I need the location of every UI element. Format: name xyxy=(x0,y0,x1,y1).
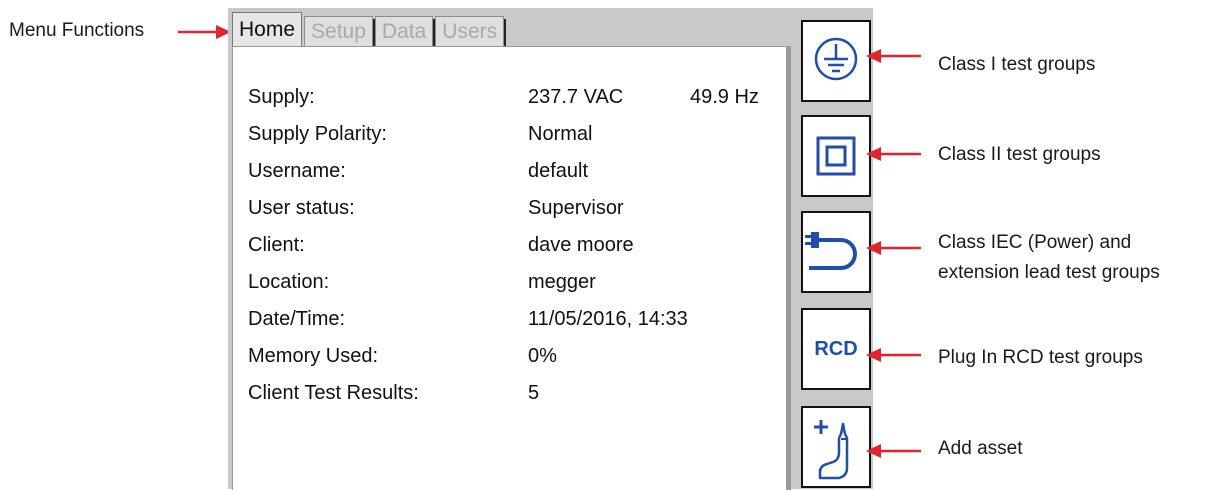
arrow-left-icon xyxy=(866,147,921,161)
row-value: Supervisor xyxy=(528,197,624,219)
iec-lead-button[interactable] xyxy=(801,211,871,293)
home-info-panel: Supply: 237.7 VAC 49.9 Hz Supply Polarit… xyxy=(232,46,791,490)
callout-class2: Class II test groups xyxy=(938,144,1101,165)
row-label: Username: xyxy=(248,160,346,182)
arrow-left-icon xyxy=(866,241,921,255)
callout-iec-line2: extension lead test groups xyxy=(938,262,1160,283)
row-value: dave moore xyxy=(528,234,634,256)
row-client-test-results: Client Test Results: 5 xyxy=(248,378,788,408)
row-value: megger xyxy=(528,271,596,293)
row-memory-used: Memory Used: 0% xyxy=(248,341,788,371)
row-label: Supply: xyxy=(248,86,315,108)
row-label: Client Test Results: xyxy=(248,382,419,404)
row-label: Date/Time: xyxy=(248,308,346,330)
tab-data[interactable]: Data xyxy=(374,16,436,47)
row-label: Client: xyxy=(248,234,305,256)
row-label: Supply Polarity: xyxy=(248,123,387,145)
row-user-status: User status: Supervisor xyxy=(248,193,788,223)
device-screen: Home Setup Data Users Supply: 237.7 VAC … xyxy=(228,8,797,490)
arrow-left-icon xyxy=(866,444,921,458)
tab-setup[interactable]: Setup xyxy=(304,16,375,47)
row-supply-polarity: Supply Polarity: Normal xyxy=(248,119,788,149)
add-asset-icon xyxy=(814,420,849,480)
row-value: 11/05/2016, 14:33 xyxy=(528,308,688,330)
double-square-icon xyxy=(816,136,856,176)
callout-add-asset: Add asset xyxy=(938,438,1023,459)
earth-ground-icon xyxy=(814,37,858,81)
row-label: Location: xyxy=(248,271,330,293)
row-frequency: 49.9 Hz xyxy=(690,86,759,108)
arrow-right-icon xyxy=(178,25,231,39)
add-asset-button[interactable] xyxy=(801,406,871,488)
row-supply: Supply: 237.7 VAC 49.9 Hz xyxy=(248,82,788,112)
arrow-left-icon xyxy=(866,348,921,362)
row-value: 237.7 VAC xyxy=(528,86,624,108)
row-value: 0% xyxy=(528,345,557,367)
callout-menu-functions: Menu Functions xyxy=(9,20,145,41)
tab-home[interactable]: Home xyxy=(232,12,303,47)
row-value: Normal xyxy=(528,123,593,145)
row-username: Username: default xyxy=(248,156,788,186)
rcd-button[interactable]: RCD xyxy=(801,308,871,390)
iec-lead-icon xyxy=(805,232,857,270)
callout-class1: Class I test groups xyxy=(938,54,1096,75)
row-value: default xyxy=(528,160,589,182)
callout-iec-line1: Class IEC (Power) and xyxy=(938,232,1132,253)
rcd-label: RCD xyxy=(814,338,858,360)
class2-button[interactable] xyxy=(801,115,871,197)
row-location: Location: megger xyxy=(248,267,788,297)
arrow-left-icon xyxy=(866,49,921,63)
soft-button-column: RCD xyxy=(797,8,873,489)
row-date-time: Date/Time: 11/05/2016, 14:33 xyxy=(248,304,788,334)
row-client: Client: dave moore xyxy=(248,230,788,260)
callout-rcd: Plug In RCD test groups xyxy=(938,347,1143,368)
menu-tabs: Home Setup Data Users xyxy=(232,12,506,47)
row-value: 5 xyxy=(528,382,540,404)
tab-users[interactable]: Users xyxy=(435,16,506,47)
row-label: Memory Used: xyxy=(248,345,379,367)
row-label: User status: xyxy=(248,197,355,219)
class1-button[interactable] xyxy=(801,20,871,102)
